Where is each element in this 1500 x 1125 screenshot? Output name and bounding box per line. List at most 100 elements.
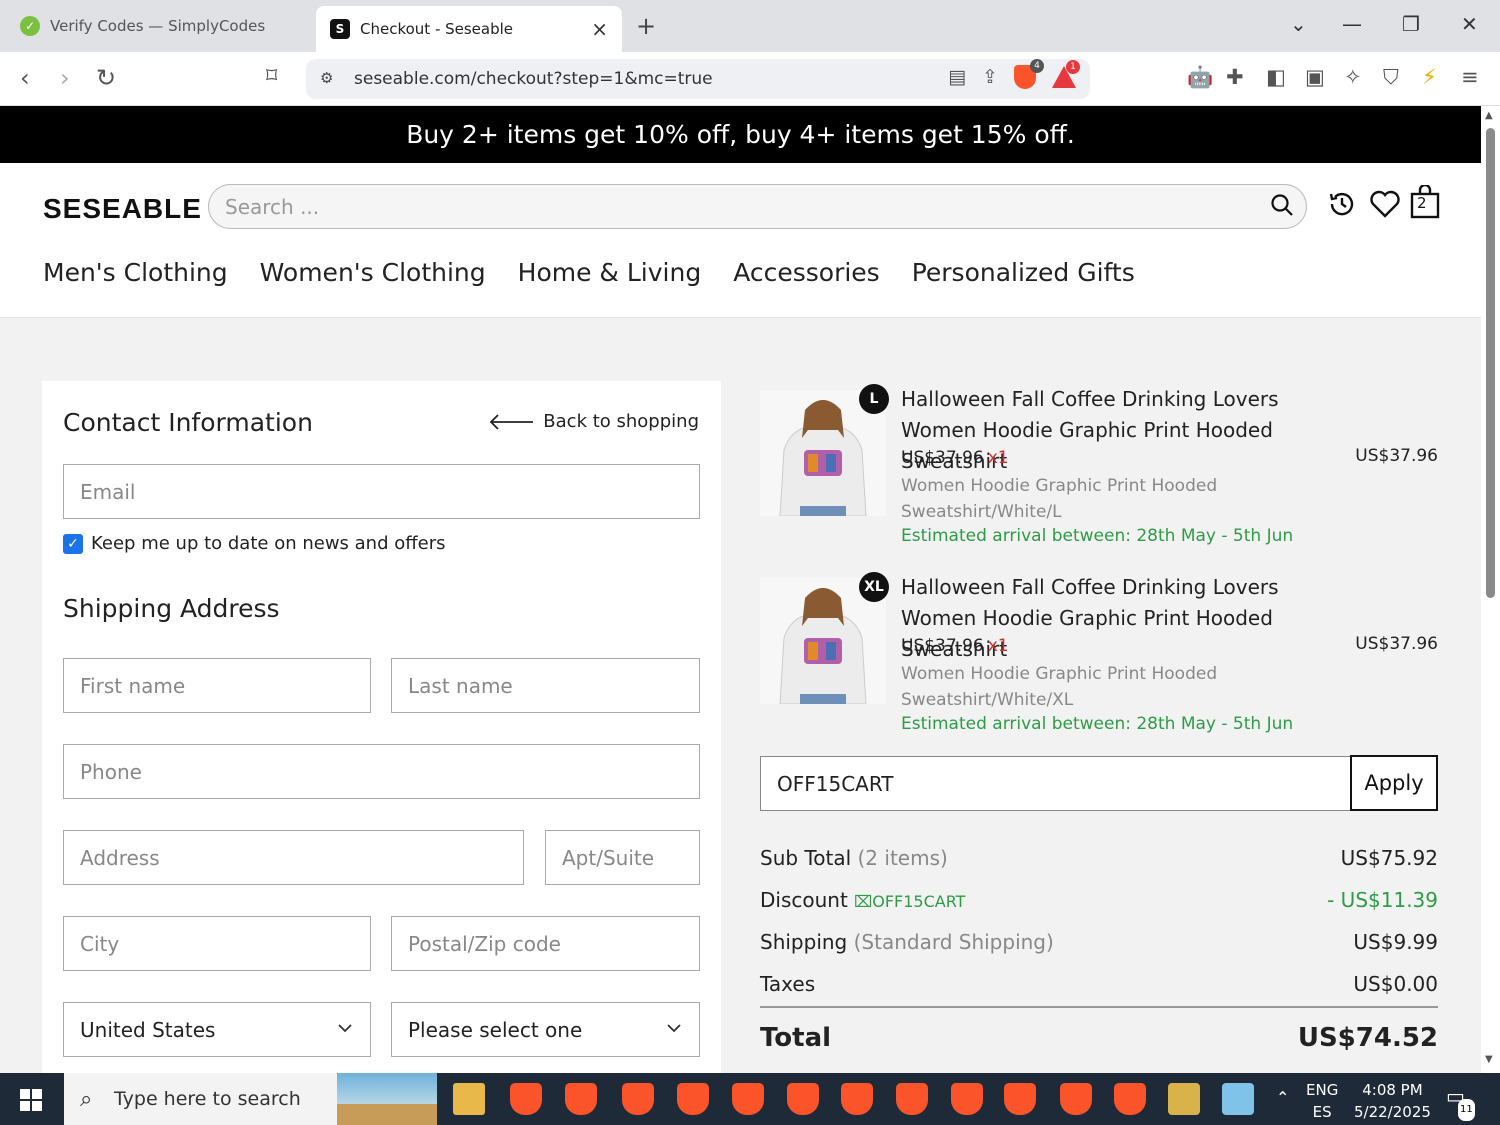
apply-coupon-button[interactable]: Apply bbox=[1350, 755, 1438, 811]
close-window-icon[interactable]: ✕ bbox=[1461, 12, 1478, 36]
menu-personalized-gifts[interactable]: Personalized Gifts bbox=[912, 258, 1135, 287]
restore-icon[interactable]: ❐ bbox=[1402, 12, 1420, 36]
country-select[interactable]: United States bbox=[63, 1002, 371, 1057]
item-line-total: US$37.96 bbox=[1355, 446, 1438, 466]
discount-row: Discount ⌧OFF15CART - US$11.39 bbox=[760, 888, 1438, 912]
brave-shields-icon[interactable]: 4 bbox=[1014, 59, 1044, 89]
total-value: US$74.52 bbox=[1297, 1023, 1438, 1053]
state-select[interactable]: Please select one bbox=[391, 1002, 700, 1057]
brave-taskbar-icon-active[interactable] bbox=[622, 1083, 654, 1115]
site-settings-icon[interactable]: ⚙ bbox=[320, 69, 333, 87]
brave-taskbar-icon[interactable] bbox=[732, 1083, 764, 1115]
item-price: US$37.96 bbox=[901, 448, 984, 468]
page-scrollbar[interactable]: ▲ ▼ bbox=[1481, 106, 1500, 1073]
simplycodes-extension-icon[interactable]: ⚡ bbox=[1422, 65, 1437, 89]
brave-taskbar-icon[interactable] bbox=[896, 1083, 928, 1115]
language-indicator[interactable]: ENG ES bbox=[1306, 1079, 1338, 1123]
tray-overflow-chevron-icon[interactable]: ⌃ bbox=[1276, 1087, 1289, 1109]
tab-checkout[interactable]: S Checkout - Seseable × bbox=[316, 6, 622, 52]
notepad-taskbar-icon[interactable] bbox=[1222, 1083, 1254, 1115]
search-input[interactable]: Search ... bbox=[208, 184, 1307, 229]
coupon-tag-icon: ⌧ bbox=[853, 892, 873, 911]
brave-taskbar-icon[interactable] bbox=[510, 1083, 542, 1115]
brave-taskbar-icon[interactable] bbox=[787, 1083, 819, 1115]
back-icon[interactable]: ‹ bbox=[20, 64, 30, 92]
newsletter-checkbox-row[interactable]: ✓ Keep me up to date on news and offers bbox=[63, 533, 446, 554]
coupon-input[interactable]: OFF15CART bbox=[760, 756, 1351, 811]
tab-simplycodes[interactable]: ✓ Verify Codes — SimplyCodes bbox=[6, 6, 306, 46]
city-field[interactable]: City bbox=[63, 916, 371, 971]
reader-mode-icon[interactable]: ▤ bbox=[948, 66, 966, 88]
seseable-favicon-icon: S bbox=[330, 19, 350, 39]
menu-accessories[interactable]: Accessories bbox=[733, 258, 880, 287]
extensions-icon[interactable]: ✚ bbox=[1226, 65, 1244, 89]
clock[interactable]: 4:08 PM 5/22/2025 bbox=[1354, 1079, 1431, 1123]
minimize-icon[interactable]: — bbox=[1342, 12, 1362, 36]
wishlist-heart-icon[interactable] bbox=[1369, 189, 1401, 219]
ai-assistant-icon[interactable]: 🤖 bbox=[1187, 65, 1213, 90]
brave-taskbar-icon[interactable] bbox=[565, 1083, 597, 1115]
search-highlight-illustration bbox=[337, 1073, 437, 1125]
tab-title: Verify Codes — SimplyCodes bbox=[50, 17, 266, 35]
last-name-field[interactable]: Last name bbox=[391, 658, 700, 713]
cart-count: 2 bbox=[1417, 194, 1427, 212]
cart-icon[interactable]: 2 bbox=[1410, 183, 1440, 219]
reload-icon[interactable]: ↻ bbox=[96, 64, 116, 92]
scroll-up-icon[interactable]: ▲ bbox=[1485, 110, 1493, 121]
phone-field[interactable]: Phone bbox=[63, 744, 700, 799]
brave-taskbar-icon[interactable] bbox=[841, 1083, 873, 1115]
menu-womens-clothing[interactable]: Women's Clothing bbox=[260, 258, 486, 287]
address-bar[interactable]: ⚙ seseable.com/checkout?step=1&mc=true ▤… bbox=[306, 59, 1090, 99]
total-label: Total bbox=[760, 1023, 832, 1053]
windows-taskbar: ⌕ Type here to search ⌃ ENG ES 4:08 PM 5/2… bbox=[0, 1073, 1500, 1125]
file-explorer-icon[interactable] bbox=[453, 1083, 485, 1115]
size-badge: L bbox=[859, 384, 889, 414]
cart-item: XL Halloween Fall Coffee Drinking Lovers… bbox=[760, 572, 1440, 742]
apt-suite-placeholder: Apt/Suite bbox=[562, 845, 655, 870]
apt-suite-field[interactable]: Apt/Suite bbox=[545, 830, 700, 885]
brave-taskbar-icon[interactable] bbox=[1060, 1083, 1092, 1115]
notification-count: 11 bbox=[1458, 1099, 1475, 1121]
discount-label: Discount bbox=[760, 888, 848, 912]
postal-code-field[interactable]: Postal/Zip code bbox=[391, 916, 700, 971]
brave-taskbar-icon[interactable] bbox=[1114, 1083, 1146, 1115]
shipping-value: US$9.99 bbox=[1353, 930, 1438, 954]
wallet-icon[interactable]: ▣ bbox=[1305, 65, 1325, 89]
back-to-shopping-link[interactable]: Back to shopping bbox=[489, 411, 699, 432]
item-arrival: Estimated arrival between: 28th May - 5t… bbox=[901, 714, 1294, 734]
menu-hamburger-icon[interactable]: ≡ bbox=[1461, 65, 1479, 89]
bookmark-icon[interactable]: ⌑ bbox=[266, 64, 277, 89]
brave-taskbar-icon[interactable] bbox=[1004, 1083, 1036, 1115]
first-name-placeholder: First name bbox=[80, 673, 186, 698]
arrow-left-icon bbox=[490, 413, 534, 430]
menu-home-living[interactable]: Home & Living bbox=[518, 258, 702, 287]
close-tab-icon[interactable]: × bbox=[591, 17, 608, 41]
brave-taskbar-icon[interactable] bbox=[677, 1083, 709, 1115]
leo-icon[interactable]: ✧ bbox=[1344, 65, 1362, 89]
scrollbar-thumb[interactable] bbox=[1486, 128, 1495, 598]
windows-start-icon[interactable] bbox=[20, 1089, 42, 1111]
last-name-placeholder: Last name bbox=[408, 673, 513, 698]
app-taskbar-icon[interactable] bbox=[1168, 1083, 1200, 1115]
site-logo[interactable]: SESEABLE bbox=[43, 193, 202, 225]
forward-icon[interactable]: › bbox=[60, 64, 70, 92]
item-qty: x1 bbox=[987, 448, 1009, 468]
search-icon[interactable] bbox=[1270, 193, 1294, 217]
first-name-field[interactable]: First name bbox=[63, 658, 371, 713]
promo-banner: Buy 2+ items get 10% off, buy 4+ items g… bbox=[0, 106, 1481, 163]
sidebar-icon[interactable]: ◧ bbox=[1266, 65, 1286, 89]
tab-list-chevron-icon[interactable]: ⌄ bbox=[1290, 12, 1307, 36]
brave-taskbar-icon[interactable] bbox=[951, 1083, 983, 1115]
notification-center-icon[interactable]: ▭ 11 bbox=[1446, 1085, 1475, 1121]
brave-rewards-icon[interactable]: 1 bbox=[1052, 60, 1080, 88]
address-field[interactable]: Address bbox=[63, 830, 524, 885]
menu-mens-clothing[interactable]: Men's Clothing bbox=[43, 258, 228, 287]
history-icon[interactable] bbox=[1327, 189, 1357, 219]
new-tab-icon[interactable]: + bbox=[636, 12, 656, 40]
share-icon[interactable]: ⇪ bbox=[982, 66, 998, 88]
vpn-shield-icon[interactable]: ⛉ bbox=[1383, 65, 1399, 90]
newsletter-checkbox[interactable]: ✓ bbox=[63, 533, 83, 554]
scroll-down-icon[interactable]: ▼ bbox=[1485, 1054, 1493, 1065]
taskbar-search-input[interactable]: ⌕ Type here to search bbox=[64, 1073, 437, 1125]
email-field[interactable]: Email bbox=[63, 464, 700, 519]
